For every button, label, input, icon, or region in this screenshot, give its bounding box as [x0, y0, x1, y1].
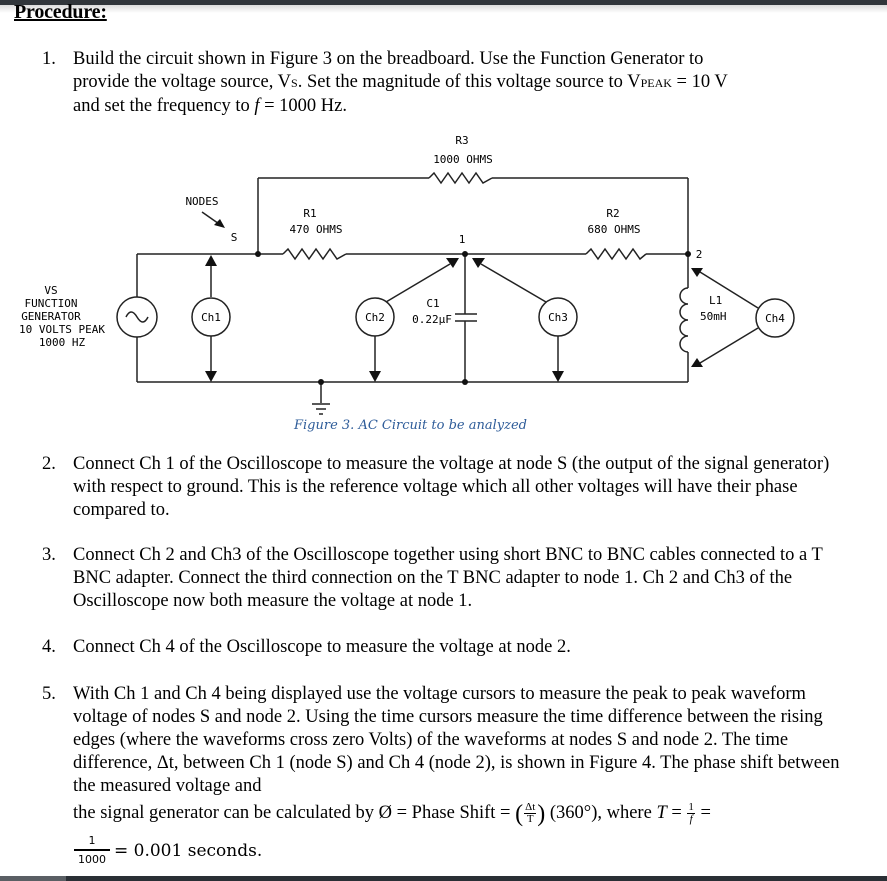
arrow-icon: [472, 258, 485, 268]
equals: =: [666, 803, 687, 823]
r3-value: 1000 OHMS: [433, 153, 493, 166]
step-text-line: = 10 V: [671, 72, 728, 92]
step-2: 2. Connect Ch 1 of the Oscilloscope to m…: [42, 453, 842, 522]
step-text-body: With Ch 1 and Ch 4 being displayed use t…: [73, 684, 840, 796]
step-text: Connect Ch 2 and Ch3 of the Oscilloscope…: [73, 545, 823, 611]
ch3-label: Ch3: [548, 311, 568, 324]
probe-wire: [480, 263, 547, 303]
step-text-line: = 1000 Hz.: [259, 96, 347, 116]
step-number: 5.: [42, 684, 56, 704]
sine-wave-icon: [125, 311, 149, 323]
variable-T: T: [656, 803, 667, 823]
arrow-down-icon: [205, 371, 217, 382]
formula-lead: the signal generator can be calculated b…: [73, 803, 516, 823]
probe-wire: [699, 327, 759, 364]
one-over-f-fraction: 1f: [687, 802, 695, 825]
step-text-line: and set the frequency to: [73, 96, 255, 116]
junction-dot: [318, 379, 324, 385]
circuit-diagram: VS FUNCTION GENERATOR 10 VOLTS PEAK 1000…: [19, 134, 795, 415]
nodes-pointer-arrowhead: [214, 219, 225, 228]
source-label-line: FUNCTION: [25, 297, 78, 310]
resistor-r2: [585, 247, 647, 261]
step-number: 4.: [42, 637, 56, 657]
fraction-denominator: f: [689, 813, 693, 826]
step-text: Connect Ch 1 of the Oscilloscope to meas…: [73, 454, 830, 520]
equals: =: [695, 803, 711, 823]
arrow-up-icon: [205, 255, 217, 266]
fraction-denominator: 1000: [78, 853, 106, 866]
c1-name: C1: [426, 297, 439, 310]
fraction-numerator: 1: [74, 834, 110, 851]
resistor-r1: [282, 247, 347, 261]
step-4: 4. Connect Ch 4 of the Oscilloscope to m…: [42, 636, 842, 659]
r2-value: 680 OHMS: [588, 223, 641, 236]
source-label-line: 1000 HZ: [39, 336, 86, 349]
source-label-line: GENERATOR: [21, 310, 81, 323]
nodes-label: NODES: [185, 195, 218, 208]
step-text: With Ch 1 and Ch 4 being displayed use t…: [73, 683, 842, 827]
l1-name: L1: [709, 294, 722, 307]
junction-dot: [462, 379, 468, 385]
subscript: S: [291, 76, 298, 90]
c1-value: 0.22µF: [412, 313, 452, 326]
step-text: Connect Ch 4 of the Oscilloscope to meas…: [73, 637, 571, 657]
step-text-line: provide the voltage source, V: [73, 72, 291, 92]
node-2-label: 2: [696, 248, 703, 261]
one-over-1000-fraction: 1 1000: [74, 834, 110, 866]
step-1: 1. Build the circuit shown in Figure 3 o…: [42, 48, 842, 118]
step-number: 3.: [42, 545, 56, 565]
fraction-denominator: T: [526, 813, 534, 826]
ch2-label: Ch2: [365, 311, 385, 324]
step-3: 3. Connect Ch 2 and Ch3 of the Oscillosc…: [42, 544, 842, 613]
arrow-icon: [446, 258, 459, 268]
source-label-line: 10 VOLTS PEAK: [19, 323, 105, 336]
r1-name: R1: [303, 207, 316, 220]
junction-dot: [255, 251, 261, 257]
probe-wire: [385, 263, 451, 303]
period-result: = 0.001 seconds.: [114, 841, 263, 861]
node-s-label: S: [231, 231, 238, 244]
formula-mid: (360°), where: [545, 803, 657, 823]
step-text-line: . Set the magnitude of this voltage sour…: [297, 72, 641, 92]
arrow-down-icon: [552, 371, 564, 382]
r2-name: R2: [606, 207, 619, 220]
scrollbar-thumb[interactable]: [0, 876, 66, 881]
l1-value: 50mH: [700, 310, 727, 323]
step-number: 2.: [42, 454, 56, 474]
dt-over-T-fraction: Δt T: [524, 802, 537, 826]
r3-name: R3: [455, 134, 468, 147]
junction-dot: [685, 251, 691, 257]
procedure-heading: Procedure:: [14, 1, 107, 23]
step-text: Build the circuit shown in Figure 3 on t…: [73, 48, 842, 118]
phase-formula: the signal generator can be calculated b…: [73, 800, 711, 827]
top-shadow: [0, 5, 887, 13]
node-1-label: 1: [459, 233, 466, 246]
inductor-l1: [679, 287, 689, 353]
r1-value: 470 OHMS: [290, 223, 343, 236]
step-number: 1.: [42, 49, 56, 69]
junction-dot: [462, 251, 468, 257]
figure-caption: Figure 3. AC Circuit to be analyzed: [294, 418, 527, 433]
ch1-label: Ch1: [201, 311, 221, 324]
arrow-down-icon: [369, 371, 381, 382]
step-text-line: Build the circuit shown in Figure 3 on t…: [73, 49, 704, 69]
horizontal-scrollbar[interactable]: [0, 876, 887, 881]
subscript: PEAK: [640, 76, 672, 90]
source-label-line: VS: [44, 284, 57, 297]
ch4-label: Ch4: [765, 312, 785, 325]
step-5: 5. With Ch 1 and Ch 4 being displayed us…: [42, 683, 842, 827]
resistor-r3: [428, 171, 493, 185]
paren: (: [515, 800, 524, 827]
